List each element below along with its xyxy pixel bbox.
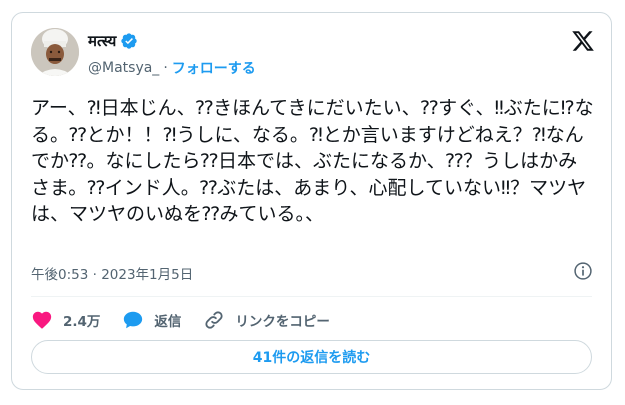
read-replies-button[interactable]: 41件の返信を読む — [31, 340, 592, 374]
tweet-text: アー、⁈日本じん、⁇きほんてきにだいたい、⁇すぐ、‼ぶたに⁉なる。⁇とか！！⁈う… — [31, 97, 594, 225]
like-button[interactable]: 2.4万 — [31, 309, 100, 331]
copy-link-button[interactable]: リンクをコピー — [203, 309, 330, 331]
copy-link-label: リンクをコピー — [235, 314, 330, 330]
link-icon — [205, 311, 224, 329]
author-display-name[interactable]: मत्स्य — [88, 31, 116, 51]
author-handle-row: @Matsya_ · フォローする — [88, 58, 256, 78]
read-replies-label: 41件の返信を読む — [252, 350, 371, 366]
x-logo-icon[interactable] — [571, 29, 595, 53]
heart-icon — [32, 311, 52, 329]
avatar[interactable] — [31, 28, 79, 76]
speech-bubble-icon — [124, 311, 143, 329]
reply-label: 返信 — [154, 314, 182, 330]
author-name-row[interactable]: मत्स्य — [88, 31, 138, 51]
info-icon[interactable] — [573, 261, 593, 281]
tweet-timestamp[interactable]: 午後0:53 · 2023年1月5日 — [31, 263, 193, 283]
author-handle[interactable]: @Matsya_ — [88, 60, 159, 76]
action-bar: 2.4万 返信 リンクをコピー — [31, 307, 352, 333]
avatar-image — [31, 28, 79, 76]
follow-button[interactable]: フォローする — [172, 58, 256, 78]
separator-dot: · — [163, 60, 168, 76]
like-count: 2.4万 — [63, 314, 101, 330]
verified-badge-icon — [121, 33, 137, 49]
divider — [31, 296, 592, 297]
tweet-card: मत्स्य @Matsya_ · フォローする アー、⁈日本じん、⁇きほんてき… — [11, 12, 612, 390]
reply-button[interactable]: 返信 — [122, 309, 181, 331]
